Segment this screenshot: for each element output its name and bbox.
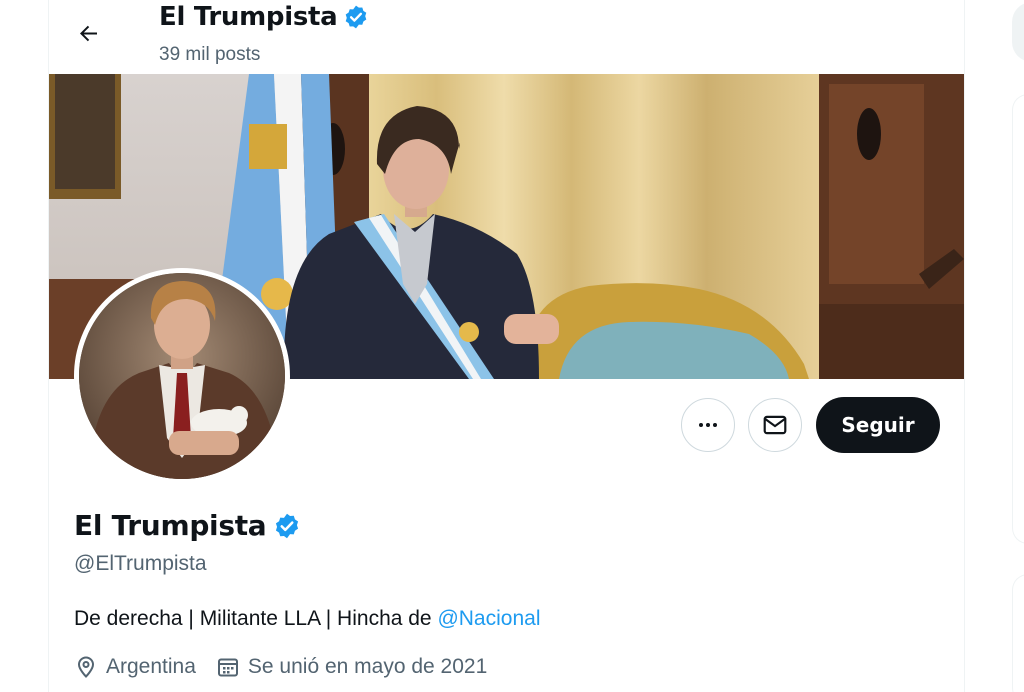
- location-item: Argentina: [74, 655, 196, 679]
- header-posts-count: 39 mil posts: [159, 44, 261, 65]
- more-horizontal-icon: [699, 423, 717, 427]
- map-pin-icon: [77, 656, 95, 678]
- mail-icon: [763, 415, 787, 435]
- verified-badge-icon: [346, 5, 367, 29]
- location-text: Argentina: [106, 655, 196, 678]
- profile-name-row: El Trumpista: [74, 509, 301, 542]
- sidebar-card: [1012, 94, 1024, 544]
- joined-text: Se unió en mayo de 2021: [247, 655, 488, 678]
- profile-bio: De derecha | Militante LLA | Hincha de @…: [74, 607, 540, 631]
- profile-handle: @ElTrumpista: [74, 552, 207, 575]
- joined-item: Se unió en mayo de 2021: [216, 655, 487, 679]
- verified-badge-icon[interactable]: [273, 512, 301, 540]
- search-box-edge[interactable]: [1012, 2, 1024, 62]
- header-title: El Trumpista: [159, 2, 369, 32]
- right-sidebar: [966, 0, 1024, 692]
- calendar-icon: [217, 658, 238, 677]
- profile-avatar[interactable]: [74, 268, 290, 484]
- avatar-image: [79, 273, 285, 479]
- follow-button[interactable]: Seguir: [816, 397, 940, 453]
- bio-text: De derecha | Militante LLA | Hincha de: [74, 607, 438, 630]
- message-button[interactable]: [748, 398, 802, 452]
- profile-display-name: El Trumpista: [74, 509, 267, 542]
- more-button[interactable]: [681, 398, 735, 452]
- header-display-name: El Trumpista: [159, 2, 338, 32]
- profile-meta: Argentina Se unió en mayo de 2021: [74, 655, 507, 679]
- bio-mention-link[interactable]: @Nacional: [437, 607, 540, 630]
- arrow-left-icon: [80, 25, 97, 42]
- sidebar-card: [1012, 574, 1024, 692]
- back-button[interactable]: [70, 14, 108, 52]
